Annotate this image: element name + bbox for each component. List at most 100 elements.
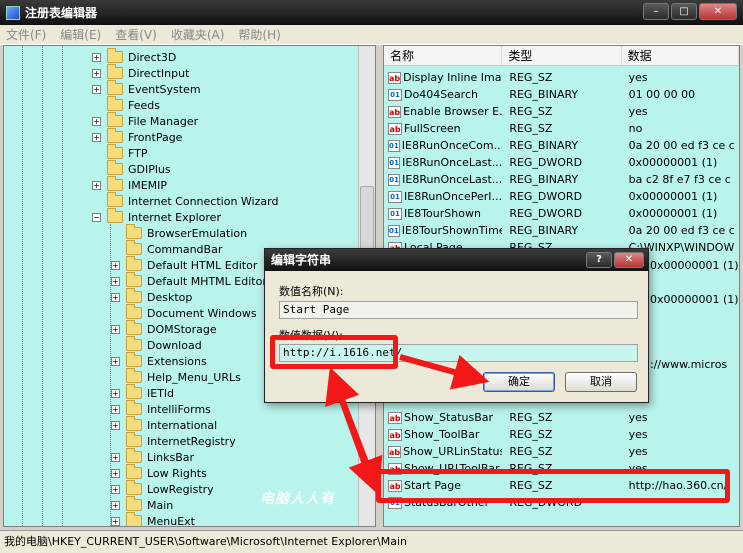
tree-node[interactable]: + DirectInput [92, 64, 189, 81]
dialog-close-button[interactable]: ✕ [614, 252, 644, 268]
value-row[interactable]: 01 IE8TourShownTime REG_BINARY 0a 20 00 ed … [384, 222, 739, 239]
value-row[interactable]: ab FullScreen REG_SZ no [384, 120, 739, 137]
tree-node[interactable]: + LowRegistry [111, 480, 214, 497]
tree-node[interactable]: Help_Menu_URLs [111, 368, 241, 385]
folder-icon [126, 256, 142, 271]
tree-guide-line [62, 46, 63, 526]
tree-node[interactable]: + Extensions [111, 352, 207, 369]
tree-node[interactable]: Internet Connection Wizard [92, 192, 279, 209]
value-name: Display Inline Ima... [403, 71, 503, 84]
tree-node[interactable]: InternetRegistry [111, 432, 236, 449]
value-row[interactable]: 01 IE8RunOnceLast... REG_DWORD 0x00000001 (… [384, 154, 739, 171]
tree-node-label: Help_Menu_URLs [147, 370, 241, 384]
menu-edit[interactable]: 编辑(E) [60, 26, 101, 43]
tree-node[interactable]: + Desktop [111, 288, 192, 305]
tree-node[interactable]: Download [111, 336, 202, 353]
tree-node[interactable]: + MenuExt [111, 512, 195, 526]
tree-node[interactable]: + EventSystem [92, 80, 201, 97]
value-name-label: 数值名称(N): [279, 285, 344, 298]
column-header-name[interactable]: 名称 [384, 46, 503, 65]
expand-icon[interactable]: + [111, 292, 120, 302]
value-row[interactable]: abShow_URLinStatusBar REG_SZ yes [384, 443, 739, 460]
tree-node[interactable]: + FrontPage [92, 128, 182, 145]
tree-node[interactable]: FTP [92, 144, 148, 161]
value-data: 0a 20 00 ed f3 ce c [628, 224, 735, 237]
tree-node[interactable]: − Internet Explorer [92, 208, 221, 225]
expand-icon[interactable]: + [92, 68, 101, 78]
tree-node[interactable]: + IMEMIP [92, 176, 167, 193]
menu-view[interactable]: 查看(V) [115, 26, 157, 43]
tree-node[interactable]: + IETld [111, 384, 174, 401]
column-header-type[interactable]: 类型 [502, 46, 622, 65]
folder-icon [126, 416, 142, 431]
tree-node[interactable]: + Default HTML Editor [111, 256, 257, 273]
close-button[interactable]: ✕ [699, 3, 737, 20]
value-row[interactable]: 01 IE8RunOnceCom... REG_BINARY 0a 20 00 ed … [384, 137, 739, 154]
expand-icon[interactable]: + [111, 276, 120, 286]
maximize-button[interactable]: □ [671, 3, 697, 20]
column-header-data[interactable]: 数据 [622, 46, 739, 65]
tree-node[interactable]: + Direct3D [92, 48, 176, 65]
expand-icon[interactable]: + [92, 84, 101, 94]
expand-icon[interactable]: + [111, 516, 120, 526]
tree-node-label: Internet Connection Wizard [128, 194, 279, 208]
tree-node[interactable]: + IntelliForms [111, 400, 211, 417]
expand-icon[interactable]: + [111, 356, 120, 366]
expand-icon[interactable]: + [111, 468, 120, 478]
expand-icon[interactable]: + [111, 452, 120, 462]
tree-guide-line [22, 46, 23, 526]
menu-help[interactable]: 帮助(H) [238, 26, 280, 43]
expand-icon[interactable]: + [92, 116, 101, 126]
value-row[interactable]: ab Enable Browser E... REG_SZ yes [384, 103, 739, 120]
expand-icon[interactable]: + [92, 180, 101, 190]
value-row[interactable]: 01 IE8TourShown REG_DWORD 0x00000001 (1) [384, 205, 739, 222]
expand-icon[interactable]: + [111, 500, 120, 510]
value-row[interactable]: 01 IE8RunOnceLast... REG_BINARY ba c2 8f e7… [384, 171, 739, 188]
tree-node-label: LinksBar [147, 450, 195, 464]
tree-node[interactable]: + Low Rights [111, 464, 207, 481]
folder-icon [126, 496, 142, 511]
value-row[interactable]: ab Show_StatusBar REG_SZ yes [384, 409, 739, 426]
expand-icon[interactable]: + [111, 324, 120, 334]
menu-file[interactable]: 文件(F) [6, 26, 46, 43]
watermark: 电脑人人有 [260, 491, 335, 507]
tree-node[interactable]: Feeds [92, 96, 160, 113]
tree-node-label: BrowserEmulation [147, 226, 248, 240]
tree-node-label: Feeds [128, 98, 160, 112]
value-name-field[interactable]: Start Page [279, 301, 638, 319]
collapse-icon[interactable]: − [92, 212, 101, 222]
menu-favorites[interactable]: 收藏夹(A) [171, 26, 225, 43]
tree-node[interactable]: CommandBar [111, 240, 222, 257]
value-row[interactable]: 01 Do404Search REG_BINARY 01 00 00 00 [384, 86, 739, 103]
value-row[interactable]: ab Display Inline Ima... REG_SZ yes [384, 69, 739, 86]
expand-icon[interactable]: + [92, 52, 101, 62]
dialog-help-button[interactable]: ? [586, 252, 612, 268]
value-row[interactable]: ab Show_ToolBar REG_SZ yes [384, 426, 739, 443]
tree-node[interactable]: + Default MHTML Editor [111, 272, 267, 289]
expand-icon[interactable]: + [111, 404, 120, 414]
value-data: 0x00000001 (1) [650, 259, 739, 272]
value-data: 0x00000001 (1) [650, 293, 739, 306]
expand-icon[interactable]: + [111, 484, 120, 494]
tree-node[interactable]: + International [111, 416, 217, 433]
tree-node[interactable]: + File Manager [92, 112, 198, 129]
value-name: IE8TourShown [404, 207, 481, 220]
tree-node[interactable]: + LinksBar [111, 448, 195, 465]
tree-node[interactable]: Document Windows [111, 304, 257, 321]
binary-value-icon: 01 [388, 173, 401, 186]
tree-node[interactable]: GDIPlus [92, 160, 171, 177]
tree-node[interactable]: + DOMStorage [111, 320, 217, 337]
tree-node[interactable]: BrowserEmulation [111, 224, 248, 241]
folder-icon [107, 176, 123, 191]
expand-icon[interactable]: + [92, 132, 101, 142]
tree-node[interactable]: + Main [111, 496, 174, 513]
value-row[interactable]: 01 IE8RunOncePerI... REG_DWORD 0x00000001 (… [384, 188, 739, 205]
ok-button[interactable]: 确定 [483, 372, 555, 392]
tree-node-label: Low Rights [147, 466, 207, 480]
cancel-button[interactable]: 取消 [565, 372, 637, 392]
minimize-button[interactable]: – [643, 3, 669, 20]
expand-icon[interactable]: + [111, 388, 120, 398]
expand-icon[interactable]: + [111, 260, 120, 270]
tree-node-label: Main [147, 498, 174, 512]
expand-icon[interactable]: + [111, 420, 120, 430]
